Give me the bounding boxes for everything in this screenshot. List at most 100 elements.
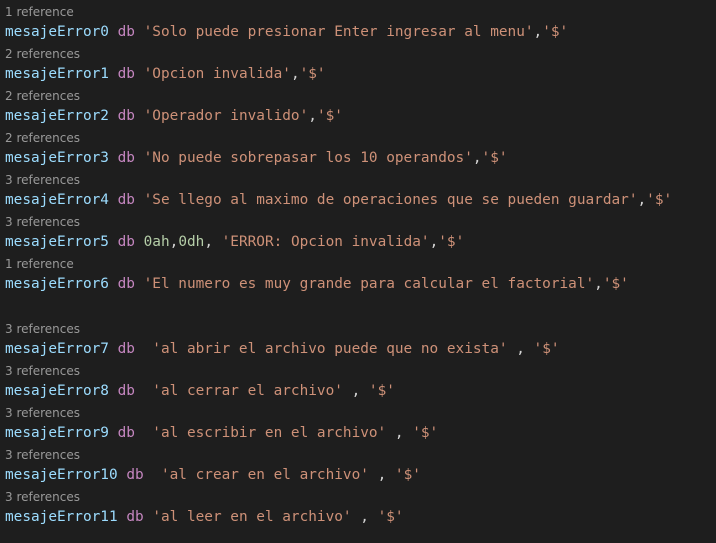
code-token: db: [117, 24, 135, 40]
code-token: '$': [394, 467, 421, 483]
code-block: 3 references mesajeError5 db 0ah,0dh, 'ER…: [5, 214, 464, 254]
code-block: 2 references mesajeError2 db 'Operador in…: [5, 88, 343, 128]
code-token: db: [117, 150, 135, 166]
codelens-references-link[interactable]: 3 references: [5, 363, 395, 379]
code-line[interactable]: mesajeError2 db 'Operador invalido','$': [5, 104, 343, 128]
code-token: 'Se llego al maximo de operaciones que s…: [143, 192, 638, 208]
code-token: '$': [412, 425, 439, 441]
codelens-references-link[interactable]: 2 references: [5, 88, 343, 104]
code-block: 1 reference mesajeError6 db 'El numero es…: [5, 256, 629, 296]
code-token: ,: [308, 108, 317, 124]
code-token: ,: [637, 192, 647, 208]
code-line[interactable]: mesajeError11 db 'al leer en el archivo'…: [5, 505, 404, 529]
code-block: 2 references mesajeError1 db 'Opcion inva…: [5, 46, 326, 86]
code-line[interactable]: mesajeError0 db 'Solo puede presionar En…: [5, 20, 568, 44]
code-line[interactable]: mesajeError9 db 'al escribir en el archi…: [5, 421, 438, 445]
codelens-references-link[interactable]: 3 references: [5, 172, 672, 188]
code-token: ,: [169, 234, 179, 250]
codelens-references-link[interactable]: 3 references: [5, 447, 421, 463]
variable-name: mesajeError11: [5, 509, 118, 525]
code-token: 0ah: [143, 234, 170, 250]
code-token: db: [117, 108, 135, 124]
code-token: ,: [204, 234, 222, 250]
code-token: ,: [472, 150, 482, 166]
variable-name: mesajeError4: [5, 192, 109, 208]
code-token: db: [126, 509, 144, 525]
variable-name: mesajeError1: [5, 66, 109, 82]
code-block: 3 references mesajeError4 db 'Se llego al…: [5, 172, 672, 212]
code-token: 'Operador invalido': [143, 108, 309, 124]
code-block: 1 reference mesajeError0 db 'Solo puede p…: [5, 4, 568, 44]
code-token: '$': [533, 341, 560, 357]
code-token: '$': [646, 192, 673, 208]
codelens-references-link[interactable]: 3 references: [5, 214, 464, 230]
code-token: db: [117, 341, 135, 357]
codelens-references-link[interactable]: 1 reference: [5, 256, 629, 272]
code-token: '$': [602, 276, 629, 292]
code-token: '$': [438, 234, 465, 250]
code-line[interactable]: mesajeError3 db 'No puede sobrepasar los…: [5, 146, 508, 170]
code-token: ,: [429, 234, 439, 250]
code-block: 3 references mesajeError10 db 'al crear e…: [5, 447, 421, 487]
code-line[interactable]: mesajeError1 db 'Opcion invalida','$': [5, 62, 326, 86]
code-token: 'al cerrar el archivo': [152, 383, 343, 399]
code-line[interactable]: mesajeError4 db 'Se llego al maximo de o…: [5, 188, 672, 212]
code-token: ,: [351, 509, 378, 525]
codelens-references-link[interactable]: 1 reference: [5, 4, 568, 20]
variable-name: mesajeError9: [5, 425, 109, 441]
code-token: ,: [507, 341, 534, 357]
variable-name: mesajeError10: [5, 467, 118, 483]
variable-name: mesajeError7: [5, 341, 109, 357]
code-line[interactable]: mesajeError5 db 0ah,0dh, 'ERROR: Opcion …: [5, 230, 464, 254]
variable-name: mesajeError6: [5, 276, 109, 292]
code-editor[interactable]: 1 reference mesajeError0 db 'Solo puede p…: [0, 0, 716, 543]
code-token: ,: [368, 467, 395, 483]
codelens-references-link[interactable]: 2 references: [5, 46, 326, 62]
code-token: 'al abrir el archivo puede que no exista…: [152, 341, 508, 357]
code-token: '$': [299, 66, 326, 82]
code-token: 'Opcion invalida': [143, 66, 291, 82]
code-line[interactable]: mesajeError7 db 'al abrir el archivo pue…: [5, 337, 560, 361]
code-block: 3 references mesajeError9 db 'al escribir…: [5, 405, 438, 445]
codelens-references-link[interactable]: 3 references: [5, 405, 438, 421]
variable-name: mesajeError5: [5, 234, 109, 250]
code-token: '$': [481, 150, 508, 166]
code-token: 0dh: [178, 234, 205, 250]
code-token: db: [117, 425, 135, 441]
code-token: 'al crear en el archivo': [160, 467, 369, 483]
code-token: db: [117, 66, 135, 82]
code-token: '$': [368, 383, 395, 399]
code-token: ,: [533, 24, 543, 40]
code-token: db: [126, 467, 144, 483]
code-token: ,: [386, 425, 413, 441]
codelens-references-link[interactable]: 2 references: [5, 130, 508, 146]
code-token: 'El numero es muy grande para calcular e…: [143, 276, 595, 292]
code-line[interactable]: mesajeError6 db 'El numero es muy grande…: [5, 272, 629, 296]
code-block: 3 references mesajeError8 db 'al cerrar e…: [5, 363, 395, 403]
code-line[interactable]: mesajeError10 db 'al crear en el archivo…: [5, 463, 421, 487]
code-token: ,: [290, 66, 300, 82]
variable-name: mesajeError0: [5, 24, 109, 40]
code-token: '$': [377, 509, 404, 525]
codelens-references-link[interactable]: 3 references: [5, 489, 404, 505]
code-line[interactable]: mesajeError8 db 'al cerrar el archivo' ,…: [5, 379, 395, 403]
codelens-references-link[interactable]: 3 references: [5, 321, 560, 337]
